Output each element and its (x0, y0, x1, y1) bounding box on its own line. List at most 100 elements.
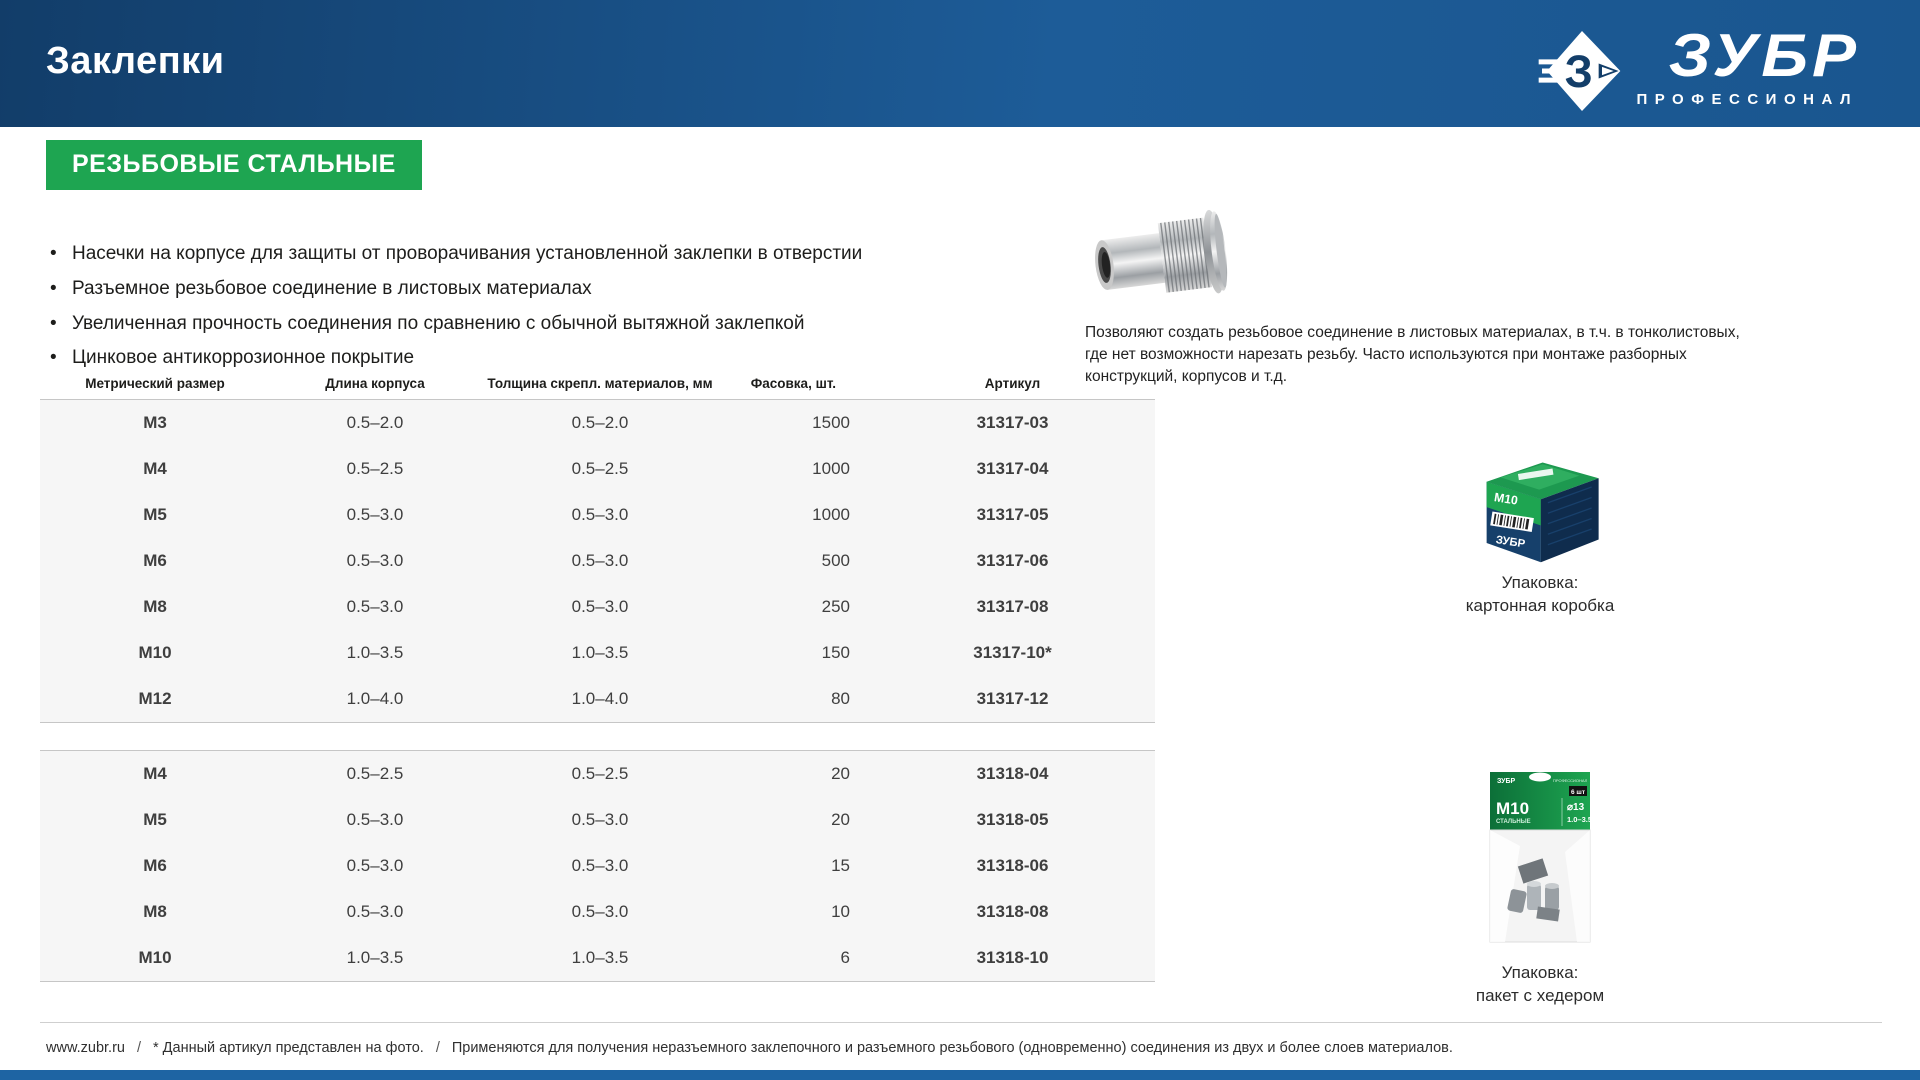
col-pack-qty: Фасовка, шт. (720, 370, 870, 400)
table-cell: 1000 (720, 446, 870, 492)
feature-item: Цинковое антикоррозионное покрытие (46, 346, 946, 370)
table-cell: М8 (40, 584, 270, 630)
box-caption-line2: картонная коробка (1430, 595, 1650, 618)
table-cell: 0.5–2.5 (480, 446, 720, 492)
table-cell: 0.5–3.0 (480, 538, 720, 584)
table-cell: 0.5–3.0 (270, 889, 480, 935)
table-cell: 0.5–3.0 (270, 538, 480, 584)
table-row: М101.0–3.51.0–3.5631318-10 (40, 935, 1155, 982)
bag-brand-sub-label: ПРОФЕССИОНАЛ (1553, 778, 1588, 783)
table-cell: 1000 (720, 492, 870, 538)
table-cell: 31317-03 (870, 400, 1155, 447)
table-cell: 31317-06 (870, 538, 1155, 584)
footer: www.zubr.ru / * Данный артикул представлен… (46, 1040, 1886, 1056)
table-cell: 0.5–2.5 (270, 751, 480, 798)
footer-note-usage: Применяются для получения неразъемного з… (452, 1040, 1453, 1056)
brand-name: ЗУБР (1669, 27, 1860, 85)
table-gap (40, 723, 1155, 750)
table-cell: 0.5–2.5 (270, 446, 480, 492)
bag-type-label: СТАЛЬНЫЕ (1496, 819, 1531, 825)
bag-caption: Упаковка: пакет с хедером (1430, 962, 1650, 1008)
table-body-group-2: М40.5–2.50.5–2.52031318-04М50.5–3.00.5–3… (40, 751, 1155, 982)
table-cell: М5 (40, 492, 270, 538)
table-cell: М8 (40, 889, 270, 935)
col-sku: Артикул (870, 370, 1155, 400)
table-row: М80.5–3.00.5–3.025031317-08 (40, 584, 1155, 630)
table-cell: 0.5–2.0 (270, 400, 480, 447)
table-row: М101.0–3.51.0–3.515031317-10* (40, 630, 1155, 676)
table-cell: 31317-04 (870, 446, 1155, 492)
table-cell: М4 (40, 751, 270, 798)
brand-wordmark: ЗУБР ПРОФЕССИОНАЛ (1636, 24, 1860, 108)
table-cell: 0.5–3.0 (480, 843, 720, 889)
table-cell: 31317-10* (870, 630, 1155, 676)
table-row: М121.0–4.01.0–4.08031317-12 (40, 676, 1155, 723)
footer-separator: / (137, 1040, 141, 1056)
table-cell: 0.5–3.0 (270, 843, 480, 889)
table-cell: 1.0–3.5 (270, 630, 480, 676)
table-cell: 250 (720, 584, 870, 630)
rivet-product-image (1090, 205, 1250, 310)
feature-item: Увеличенная прочность соединения по срав… (46, 312, 946, 336)
table-cell: 15 (720, 843, 870, 889)
table-row: М40.5–2.50.5–2.52031318-04 (40, 751, 1155, 798)
table-cell: М6 (40, 538, 270, 584)
table-cell: 6 (720, 935, 870, 982)
table-cell: 31318-06 (870, 843, 1155, 889)
table-body-group-1: М30.5–2.00.5–2.0150031317-03М40.5–2.50.5… (40, 400, 1155, 723)
table-cell: М10 (40, 935, 270, 982)
table-cell: 80 (720, 676, 870, 723)
feature-item: Насечки на корпусе для защиты от провора… (46, 242, 946, 266)
spec-table-boxes: Метрический размер Длина корпуса Толщина… (40, 370, 1155, 723)
footer-separator: / (436, 1040, 440, 1056)
table-cell: 31317-05 (870, 492, 1155, 538)
bag-diameter-label: ⌀13 (1567, 802, 1585, 813)
header-bar: Заклепки З ЗУБР ПРОФЕССИОНАЛ (0, 0, 1920, 127)
col-body-length: Длина корпуса (270, 370, 480, 400)
table-cell: 1.0–4.0 (270, 676, 480, 723)
page-title: Заклепки (46, 40, 225, 83)
brand-subtitle: ПРОФЕССИОНАЛ (1636, 91, 1858, 108)
bag-size-label: М10 (1496, 799, 1529, 818)
spec-table-bags: М40.5–2.50.5–2.52031318-04М50.5–3.00.5–3… (40, 750, 1155, 982)
table-cell: 1.0–3.5 (480, 935, 720, 982)
brand-logo: З ЗУБР ПРОФЕССИОНАЛ (1522, 24, 1860, 118)
table-row: М60.5–3.00.5–3.050031317-06 (40, 538, 1155, 584)
bag-range-label: 1.0–3.5 (1567, 815, 1592, 824)
bag-brand-label: ЗУБР (1497, 778, 1516, 785)
header-bag-image: ЗУБР ПРОФЕССИОНАЛ 6 шт М10 СТАЛЬНЫЕ ⌀13 … (1465, 766, 1615, 954)
table-cell: М12 (40, 676, 270, 723)
table-cell: 20 (720, 797, 870, 843)
table-cell: 150 (720, 630, 870, 676)
table-cell: 31317-08 (870, 584, 1155, 630)
footer-note-photo: * Данный артикул представлен на фото. (153, 1040, 424, 1056)
table-cell: 31318-08 (870, 889, 1155, 935)
feature-list: Насечки на корпусе для защиты от провора… (46, 242, 946, 381)
table-cell: 31318-10 (870, 935, 1155, 982)
box-caption-line1: Упаковка: (1430, 572, 1650, 595)
table-cell: М6 (40, 843, 270, 889)
site-link[interactable]: www.zubr.ru (46, 1040, 125, 1056)
table-cell: 0.5–3.0 (480, 889, 720, 935)
packaging-bag: ЗУБР ПРОФЕССИОНАЛ 6 шт М10 СТАЛЬНЫЕ ⌀13 … (1430, 766, 1650, 1008)
bottom-accent-bar (0, 1070, 1920, 1080)
table-cell: 31317-12 (870, 676, 1155, 723)
section-badge: РЕЗЬБОВЫЕ СТАЛЬНЫЕ (46, 140, 422, 190)
table-row: М50.5–3.00.5–3.02031318-05 (40, 797, 1155, 843)
table-cell: 0.5–3.0 (270, 584, 480, 630)
box-caption: Упаковка: картонная коробка (1430, 572, 1650, 618)
table-cell: 500 (720, 538, 870, 584)
bag-count-label: 6 шт (1571, 789, 1585, 796)
table-cell: 1.0–3.5 (480, 630, 720, 676)
table-cell: 0.5–3.0 (480, 492, 720, 538)
bag-caption-line1: Упаковка: (1430, 962, 1650, 985)
col-metric-size: Метрический размер (40, 370, 270, 400)
table-cell: 1.0–4.0 (480, 676, 720, 723)
table-cell: 0.5–3.0 (480, 797, 720, 843)
table-cell: 31318-05 (870, 797, 1155, 843)
table-cell: 0.5–3.0 (270, 492, 480, 538)
zubr-diamond-icon: З (1522, 24, 1622, 118)
table-row: М30.5–2.00.5–2.0150031317-03 (40, 400, 1155, 447)
table-cell: 31318-04 (870, 751, 1155, 798)
table-cell: 1500 (720, 400, 870, 447)
